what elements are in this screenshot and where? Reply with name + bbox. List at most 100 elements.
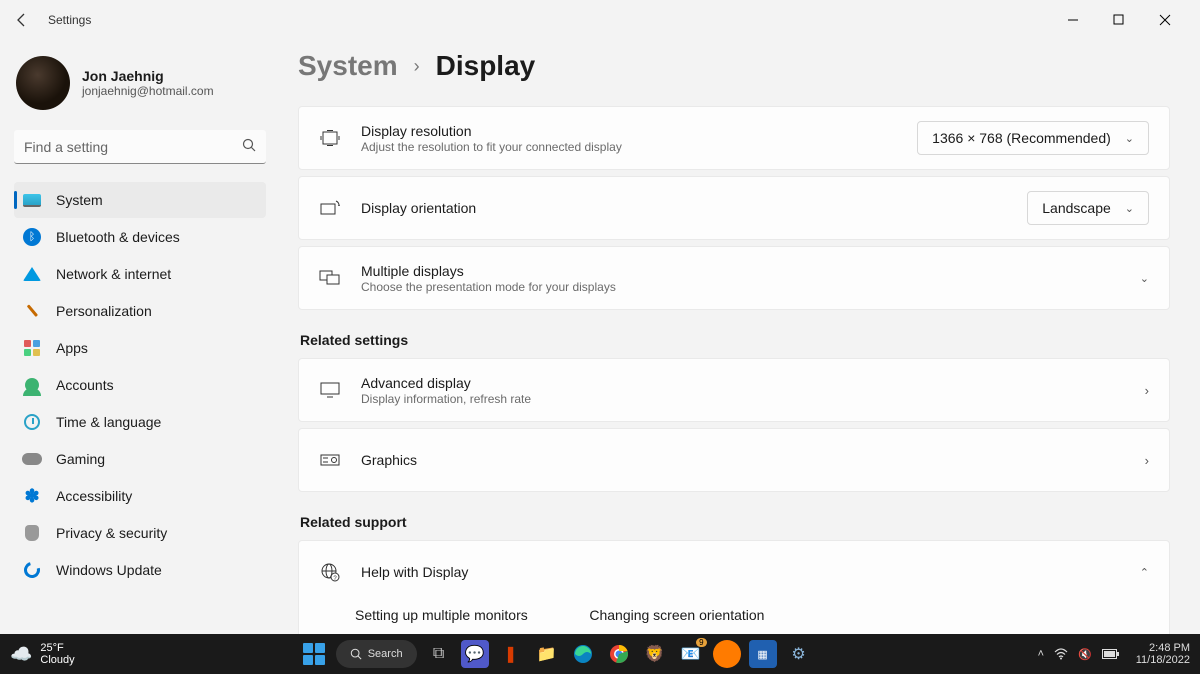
advanced-title: Advanced display <box>361 375 1125 391</box>
card-resolution: Display resolution Adjust the resolution… <box>298 106 1170 170</box>
help-link[interactable]: Setting up multiple monitors <box>355 607 529 623</box>
card-graphics[interactable]: Graphics › <box>298 428 1170 492</box>
sidebar-item-label: Apps <box>56 340 88 356</box>
taskbar-clock[interactable]: 2:48 PM 11/18/2022 <box>1136 642 1190 666</box>
sidebar-item-apps[interactable]: Apps <box>14 330 266 366</box>
start-button[interactable] <box>300 640 328 668</box>
card-help: ? Help with Display ⌃ Setting up multipl… <box>298 540 1170 634</box>
sidebar-item-network[interactable]: Network & internet <box>14 256 266 292</box>
bluetooth-icon: ᛒ <box>22 227 42 247</box>
graphics-title: Graphics <box>361 452 1125 468</box>
explorer-icon[interactable]: 📁 <box>533 640 561 668</box>
sidebar-item-label: Gaming <box>56 451 105 467</box>
sidebar: Jon Jaehnig jonjaehnig@hotmail.com Syste… <box>0 40 280 634</box>
sidebar-item-gaming[interactable]: Gaming <box>14 441 266 477</box>
wifi-icon <box>22 264 42 284</box>
sidebar-item-time[interactable]: Time & language <box>14 404 266 440</box>
brush-icon <box>22 301 42 321</box>
clock-date: 11/18/2022 <box>1136 654 1190 666</box>
breadcrumb-current: Display <box>436 50 536 82</box>
close-button[interactable] <box>1142 5 1188 35</box>
multiple-sub: Choose the presentation mode for your di… <box>361 280 1120 294</box>
resolution-sub: Adjust the resolution to fit your connec… <box>361 140 897 154</box>
weather-temp: 25°F <box>40 642 74 654</box>
sidebar-item-label: Accessibility <box>56 488 132 504</box>
graphics-icon <box>319 452 341 468</box>
update-icon <box>22 560 42 580</box>
sidebar-item-accessibility[interactable]: ✽ Accessibility <box>14 478 266 514</box>
row-resolution: Display resolution Adjust the resolution… <box>299 107 1169 169</box>
multiple-title: Multiple displays <box>361 263 1120 279</box>
taskbar-search[interactable]: Search <box>336 640 417 668</box>
minimize-button[interactable] <box>1050 5 1096 35</box>
system-tray[interactable]: ˄ 🔇 2:48 PM 11/18/2022 <box>1038 642 1190 666</box>
sidebar-item-personalization[interactable]: Personalization <box>14 293 266 329</box>
wifi-tray-icon[interactable] <box>1054 648 1068 660</box>
row-orientation: Display orientation Landscape ⌄ <box>299 177 1169 239</box>
teams-icon[interactable]: 💬 <box>461 640 489 668</box>
sidebar-item-label: Accounts <box>56 377 114 393</box>
breadcrumb-parent[interactable]: System <box>298 50 398 82</box>
row-help[interactable]: ? Help with Display ⌃ <box>299 541 1169 603</box>
chevron-down-icon: ⌄ <box>1125 132 1134 145</box>
office-icon[interactable]: ❚ <box>497 640 525 668</box>
edge-icon[interactable] <box>569 640 597 668</box>
sidebar-item-label: Network & internet <box>56 266 171 282</box>
nav: System ᛒ Bluetooth & devices Network & i… <box>14 182 266 588</box>
sidebar-item-accounts[interactable]: Accounts <box>14 367 266 403</box>
chevron-up-icon: ⌃ <box>1140 566 1149 579</box>
gamepad-icon <box>22 449 42 469</box>
resolution-icon <box>319 130 341 146</box>
brave-icon[interactable]: 🦁 <box>641 640 669 668</box>
calculator-icon[interactable]: ▦ <box>749 640 777 668</box>
volume-tray-icon[interactable]: 🔇 <box>1078 648 1092 661</box>
battery-tray-icon[interactable] <box>1102 649 1120 659</box>
search-input[interactable] <box>14 130 266 164</box>
row-multiple[interactable]: Multiple displays Choose the presentatio… <box>299 247 1169 309</box>
person-icon <box>22 375 42 395</box>
orientation-dropdown[interactable]: Landscape ⌄ <box>1027 191 1149 225</box>
sidebar-item-privacy[interactable]: Privacy & security <box>14 515 266 551</box>
sidebar-item-label: Windows Update <box>56 562 162 578</box>
maximize-button[interactable] <box>1096 5 1142 35</box>
chrome-icon[interactable] <box>605 640 633 668</box>
mail-icon[interactable]: 📧9 <box>677 640 705 668</box>
taskbar-weather[interactable]: ☁️ 25°F Cloudy <box>10 642 75 666</box>
row-advanced[interactable]: Advanced display Display information, re… <box>299 359 1169 421</box>
chevron-down-icon: ⌄ <box>1125 202 1134 215</box>
chevron-right-icon: › <box>1145 453 1149 468</box>
settings-icon[interactable]: ⚙ <box>785 640 813 668</box>
orientation-title: Display orientation <box>361 200 1007 216</box>
search-icon <box>242 138 256 152</box>
clock-time: 2:48 PM <box>1149 642 1190 654</box>
sidebar-item-label: Bluetooth & devices <box>56 229 180 245</box>
task-view-icon[interactable]: ⧉ <box>425 640 453 668</box>
sidebar-item-bluetooth[interactable]: ᛒ Bluetooth & devices <box>14 219 266 255</box>
tray-chevron-icon[interactable]: ˄ <box>1038 648 1044 660</box>
app-icon[interactable] <box>713 640 741 668</box>
sidebar-item-system[interactable]: System <box>14 182 266 218</box>
sidebar-item-label: System <box>56 192 103 208</box>
help-link[interactable]: Changing screen orientation <box>589 607 764 623</box>
main-panel: System › Display Display resolution Adju… <box>280 40 1200 634</box>
orientation-icon <box>319 200 341 216</box>
card-orientation: Display orientation Landscape ⌄ <box>298 176 1170 240</box>
back-button[interactable] <box>12 10 32 30</box>
sidebar-item-update[interactable]: Windows Update <box>14 552 266 588</box>
card-multiple[interactable]: Multiple displays Choose the presentatio… <box>298 246 1170 310</box>
chevron-right-icon: › <box>1145 383 1149 398</box>
resolution-dropdown[interactable]: 1366 × 768 (Recommended) ⌄ <box>917 121 1149 155</box>
row-graphics[interactable]: Graphics › <box>299 429 1169 491</box>
system-icon <box>22 190 42 210</box>
profile-name: Jon Jaehnig <box>82 68 214 84</box>
profile-block[interactable]: Jon Jaehnig jonjaehnig@hotmail.com <box>14 50 266 126</box>
profile-email: jonjaehnig@hotmail.com <box>82 84 214 98</box>
card-advanced[interactable]: Advanced display Display information, re… <box>298 358 1170 422</box>
clock-icon <box>22 412 42 432</box>
resolution-title: Display resolution <box>361 123 897 139</box>
taskbar: ☁️ 25°F Cloudy Search ⧉ 💬 ❚ 📁 🦁 📧9 ▦ ⚙ <box>0 634 1200 674</box>
related-settings-header: Related settings <box>300 332 1170 348</box>
chevron-right-icon: › <box>414 56 420 77</box>
related-support-header: Related support <box>300 514 1170 530</box>
taskbar-search-label: Search <box>368 648 403 660</box>
